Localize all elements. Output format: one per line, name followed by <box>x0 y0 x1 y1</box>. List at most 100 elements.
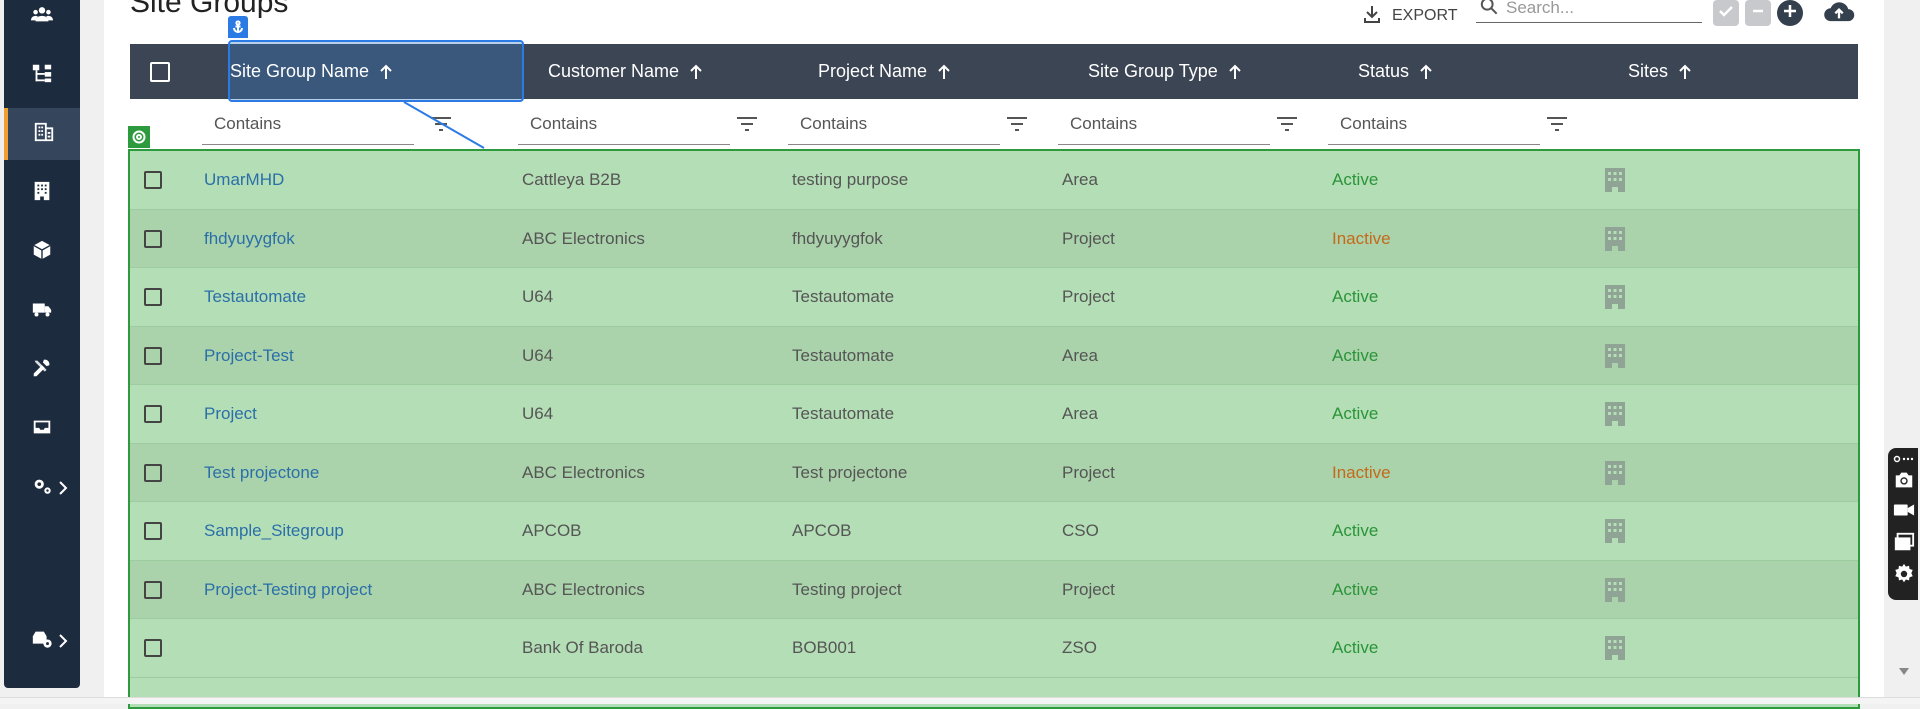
row-checkbox[interactable] <box>144 288 162 306</box>
sites-building-icon[interactable] <box>1604 518 1626 544</box>
sidebar-item-inbox[interactable] <box>4 403 80 455</box>
filter-input[interactable] <box>1058 113 1270 135</box>
filter-input[interactable] <box>1328 113 1540 135</box>
sidebar-item-users[interactable] <box>4 0 80 42</box>
row-checkbox[interactable] <box>144 639 162 657</box>
table-row[interactable]: Sample_Sitegroup APCOB APCOB CSO Active <box>130 502 1858 561</box>
filter-input[interactable] <box>788 113 1000 135</box>
cell-sites <box>1604 385 1626 443</box>
export-button[interactable]: EXPORT <box>1362 4 1458 28</box>
sort-arrow-up-icon <box>1678 64 1692 80</box>
sidebar-item-delivery[interactable] <box>4 285 80 337</box>
table-row[interactable]: fhdyuyygfok ABC Electronics fhdyuyygfok Pro… <box>130 209 1858 268</box>
sidebar-item-vehicle-settings[interactable] <box>4 615 80 667</box>
table-row[interactable]: Project-Testing project ABC Electronics Te… <box>130 560 1858 619</box>
select-all-checkbox[interactable] <box>150 61 170 82</box>
sidebar-item-sites[interactable] <box>4 167 80 219</box>
column-header-site-group-type[interactable]: Site Group Type <box>1088 44 1242 99</box>
table-row[interactable]: UmarMHD Cattleya B2B testing purpose Area Ac… <box>130 151 1858 210</box>
row-checkbox[interactable] <box>144 463 162 482</box>
filter-icon[interactable] <box>1546 116 1568 132</box>
cell-site-group-type: Area <box>1062 170 1098 189</box>
sort-arrow-up-icon <box>1419 64 1433 80</box>
filter-icon[interactable] <box>1276 116 1298 132</box>
row-checkbox[interactable] <box>144 405 162 423</box>
sites-building-icon[interactable] <box>1604 167 1626 193</box>
filter-input[interactable] <box>202 113 414 135</box>
sites-building-icon[interactable] <box>1604 343 1626 369</box>
column-label: Project Name <box>818 61 928 81</box>
table-row[interactable]: Test projectone ABC Electronics Test proje… <box>130 443 1858 502</box>
cell-site-group-name[interactable]: Testautomate <box>204 268 306 326</box>
filter-row <box>130 104 1858 148</box>
upload-button[interactable] <box>1821 0 1857 26</box>
filter-icon[interactable] <box>430 116 452 132</box>
cell-site-group-name[interactable]: UmarMHD <box>204 151 284 209</box>
sidebar-item-tools[interactable] <box>4 344 80 396</box>
scroll-down-arrow-icon[interactable] <box>1898 664 1910 676</box>
cell-site-group-name[interactable]: fhdyuyygfok <box>204 210 295 268</box>
sites-building-icon[interactable] <box>1604 577 1626 603</box>
sidebar-item-packages[interactable] <box>4 226 80 278</box>
cell-site-group-name[interactable]: Project <box>204 385 257 443</box>
search-input[interactable] <box>1504 0 1688 19</box>
sidebar-item-settings[interactable] <box>4 462 80 514</box>
sites-building-icon[interactable] <box>1604 401 1626 427</box>
sidebar-item-hierarchy[interactable] <box>4 49 80 101</box>
settings-icon <box>31 475 53 502</box>
cell-status: Active <box>1332 521 1379 540</box>
sites-building-icon[interactable] <box>1604 226 1626 252</box>
add-button[interactable] <box>1777 0 1803 26</box>
filter-icon[interactable] <box>736 116 758 132</box>
cell-customer-name: U64 <box>522 287 554 306</box>
main-panel: Site Groups EXPORT Site Group Name Custo… <box>104 0 1884 709</box>
video-icon[interactable] <box>1892 498 1916 522</box>
cell-site-group-name[interactable]: Test projectone <box>204 444 319 502</box>
column-header-customer-name[interactable]: Customer Name <box>548 44 703 99</box>
table-row[interactable]: Project U64 Testautomate Area Active <box>130 385 1858 444</box>
filter-icon[interactable] <box>1006 116 1028 132</box>
export-label: EXPORT <box>1392 7 1458 24</box>
row-checkbox[interactable] <box>144 346 162 365</box>
sort-arrow-up-icon <box>1228 64 1242 80</box>
column-header-sites[interactable]: Sites <box>1628 44 1692 99</box>
cell-sites <box>1604 327 1626 385</box>
table-row[interactable]: Project-Test U64 Testautomate Area Active <box>130 326 1858 385</box>
row-checkbox[interactable] <box>144 229 162 248</box>
camera-icon[interactable] <box>1892 468 1916 492</box>
remove-button[interactable] <box>1745 0 1771 26</box>
column-header-site-group-name[interactable]: Site Group Name <box>230 44 393 99</box>
filter-project-name <box>788 104 1000 145</box>
sidebar-item-site-groups[interactable] <box>4 108 80 160</box>
cell-customer-name: ABC Electronics <box>522 579 645 599</box>
row-checkbox[interactable] <box>144 171 162 189</box>
gear-icon[interactable] <box>1892 562 1916 586</box>
cell-sites <box>1604 619 1626 677</box>
more-options-icon[interactable] <box>1892 452 1916 466</box>
row-checkbox[interactable] <box>144 580 162 599</box>
column-header-project-name[interactable]: Project Name <box>818 44 951 99</box>
sites-building-icon[interactable] <box>1604 635 1626 661</box>
cell-project-name: fhdyuyygfok <box>792 228 883 248</box>
table-row[interactable]: Testautomate U64 Testautomate Project Active <box>130 268 1858 327</box>
table-body: UmarMHD Cattleya B2B testing purpose Area Ac… <box>128 149 1860 709</box>
cell-status: Inactive <box>1332 228 1391 248</box>
column-header-status[interactable]: Status <box>1358 44 1433 99</box>
table-row[interactable]: Bank Of Baroda BOB001 ZSO Active <box>130 619 1858 678</box>
window-icon[interactable] <box>1892 530 1916 554</box>
capture-toolbar <box>1888 448 1918 600</box>
filter-customer-name <box>518 104 730 145</box>
sites-building-icon[interactable] <box>1604 284 1626 310</box>
cell-site-group-name[interactable]: Project-Test <box>204 327 294 385</box>
cell-site-group-name[interactable]: Project-Testing project <box>204 561 372 619</box>
sites-building-icon[interactable] <box>1604 460 1626 486</box>
cell-site-group-type: Area <box>1062 345 1098 365</box>
sort-arrow-up-icon <box>379 64 393 80</box>
approve-button[interactable] <box>1713 0 1739 26</box>
filter-input[interactable] <box>518 113 730 135</box>
row-checkbox[interactable] <box>144 522 162 540</box>
cell-sites <box>1604 151 1626 209</box>
cell-status: Active <box>1332 579 1379 599</box>
cell-site-group-name[interactable]: Sample_Sitegroup <box>204 502 344 560</box>
cell-site-group-type: Project <box>1062 287 1115 306</box>
